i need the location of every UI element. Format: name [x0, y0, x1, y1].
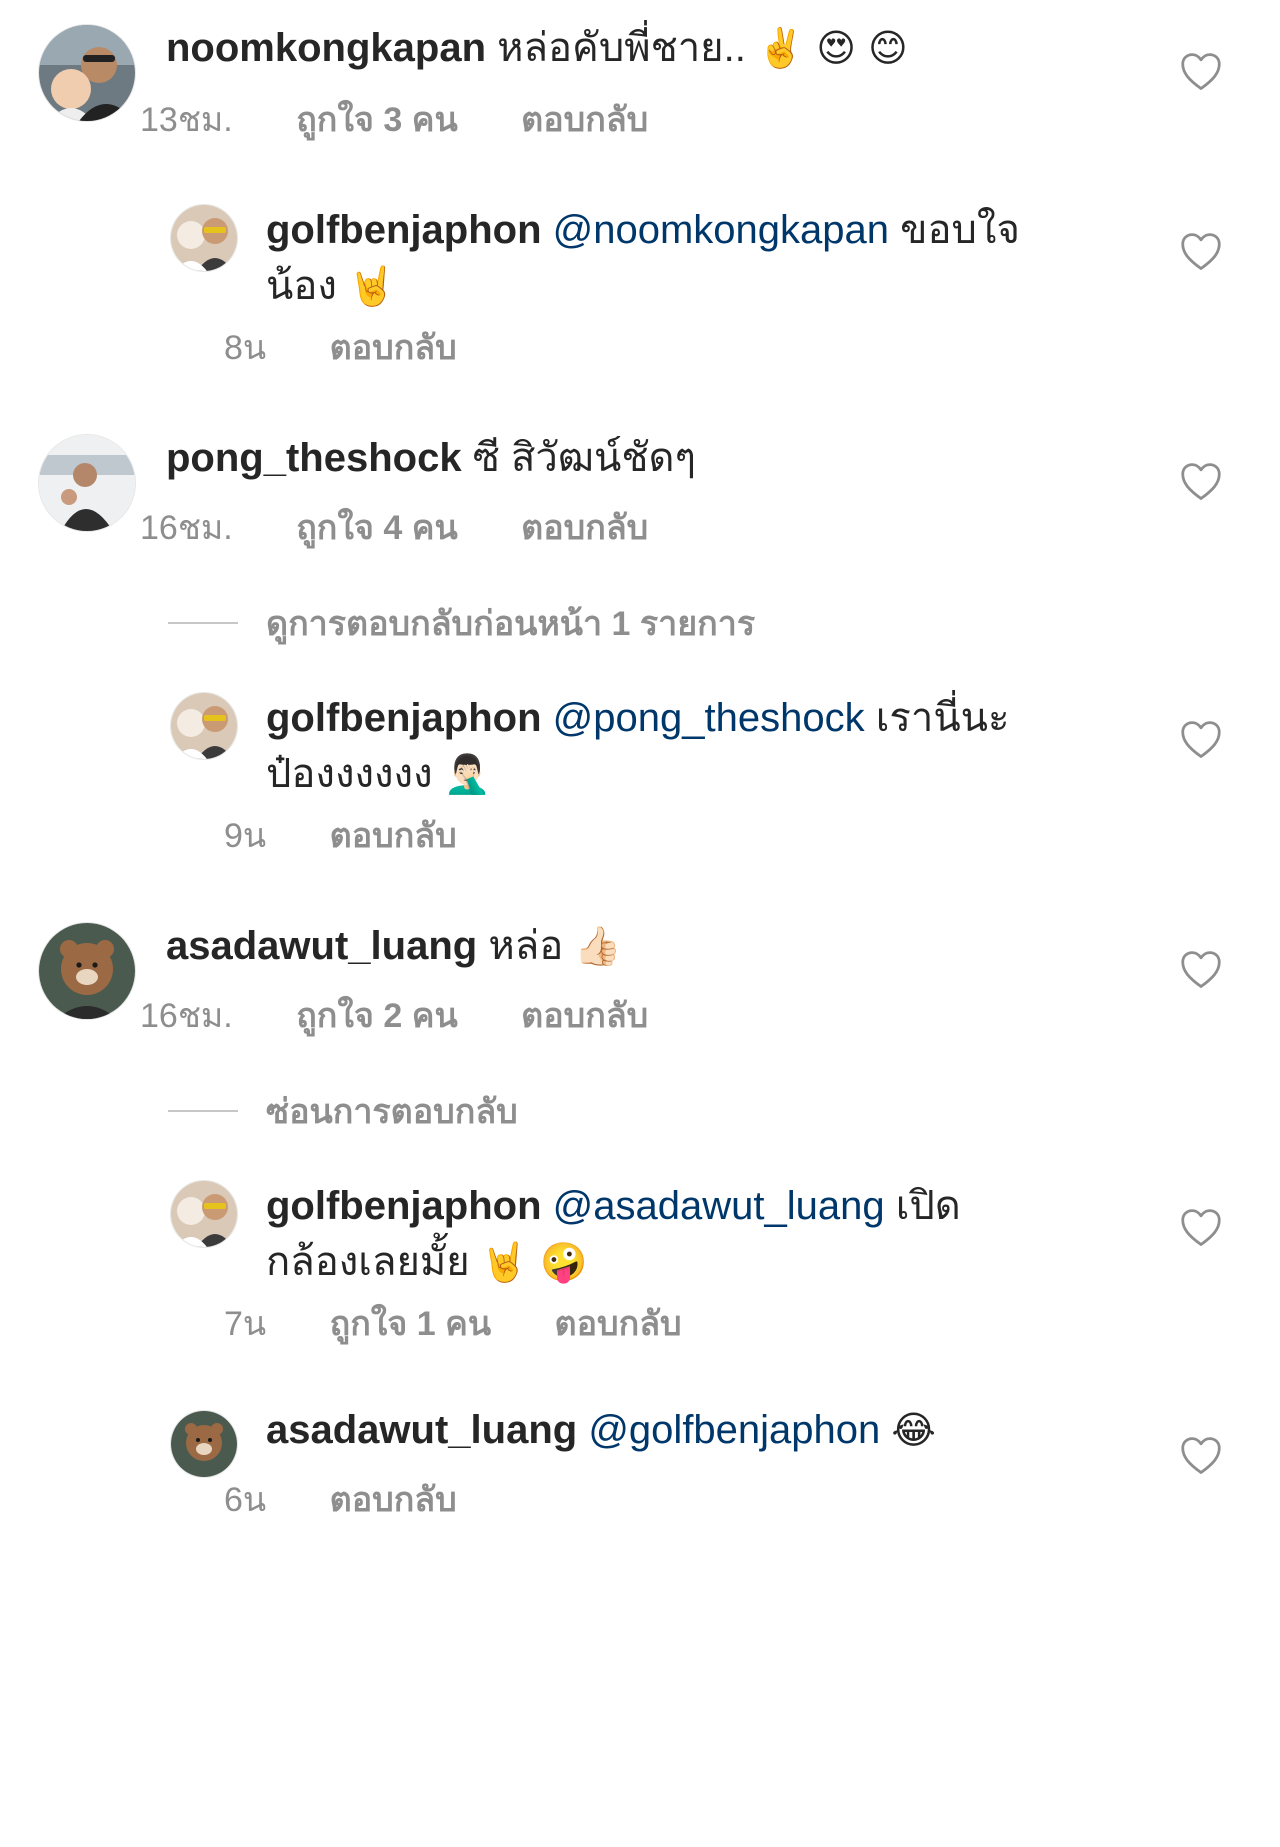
likes-count-link[interactable]: ถูกใจ 4 คน — [296, 509, 457, 547]
avatar[interactable] — [170, 204, 238, 272]
comment-username[interactable]: pong_theshock — [166, 436, 462, 480]
comment-time: 16ชม. — [140, 997, 233, 1035]
comment-body-cont: ป๋องงงงงง — [266, 752, 433, 796]
comment-text: golfbenjaphon @pong_theshock เรานี่นะ ป๋… — [266, 690, 1116, 802]
reply-button[interactable]: ตอบกลับ — [521, 101, 648, 139]
comment-time: 6น — [224, 1481, 267, 1519]
comment-mention[interactable]: @golfbenjaphon — [588, 1408, 880, 1452]
comment-emoji: 🤘 — [348, 264, 396, 308]
comment-time: 7น — [224, 1305, 267, 1343]
heart-outline-icon[interactable] — [1180, 462, 1222, 502]
comment-text: noomkongkapan หล่อคับพี่ชาย.. ✌️ 😍 😊 — [166, 20, 1116, 76]
comment-body: หล่อ — [488, 924, 564, 968]
comment-body: เรานี่นะ — [875, 696, 1010, 740]
comment-meta: 13ชม. ถูกใจ 3 คน ตอบกลับ — [140, 92, 702, 146]
comment-emoji: 🤦🏻‍♂️ — [443, 752, 492, 796]
comment-emoji: 🤘 🤪 — [480, 1240, 588, 1284]
comment-username[interactable]: asadawut_luang — [266, 1408, 577, 1452]
heart-outline-icon[interactable] — [1180, 232, 1222, 272]
view-previous-replies-label: ดูการตอบกลับก่อนหน้า 1 รายการ — [266, 605, 756, 643]
comment-body-cont: กล้องเลยมั้ย — [266, 1240, 470, 1284]
view-previous-replies-button[interactable]: ดูการตอบกลับก่อนหน้า 1 รายการ — [168, 596, 755, 650]
comment-meta: 16ชม. ถูกใจ 4 คน ตอบกลับ — [140, 500, 702, 554]
comment-body-cont: น้อง — [266, 264, 337, 308]
comment-username[interactable]: golfbenjaphon — [266, 696, 542, 740]
hide-replies-label: ซ่อนการตอบกลับ — [266, 1093, 518, 1131]
avatar[interactable] — [170, 692, 238, 760]
thread-line — [168, 1110, 238, 1112]
avatar[interactable] — [170, 1180, 238, 1248]
heart-outline-icon[interactable] — [1180, 1436, 1222, 1476]
reply-button[interactable]: ตอบกลับ — [555, 1305, 682, 1343]
comment-time: 8น — [224, 329, 267, 367]
heart-outline-icon[interactable] — [1180, 1208, 1222, 1248]
comment-text: golfbenjaphon @asadawut_luang เปิด กล้อง… — [266, 1178, 1116, 1290]
comment-meta: 7น ถูกใจ 1 คน ตอบกลับ — [224, 1296, 736, 1350]
heart-outline-icon[interactable] — [1180, 950, 1222, 990]
likes-count-link[interactable]: ถูกใจ 2 คน — [296, 997, 457, 1035]
comment-meta: 6น ตอบกลับ — [224, 1472, 511, 1526]
comment-text: asadawut_luang หล่อ 👍🏻 — [166, 918, 1116, 974]
comment-body: เปิด — [895, 1184, 961, 1228]
comment-meta: 16ชม. ถูกใจ 2 คน ตอบกลับ — [140, 988, 702, 1042]
likes-count-link[interactable]: ถูกใจ 1 คน — [330, 1305, 491, 1343]
avatar[interactable] — [38, 434, 136, 532]
comment-emoji: ✌️ 😍 😊 — [756, 26, 908, 70]
comment-body: ซี สิวัฒน์ชัดๆ — [472, 436, 696, 480]
comment-body: หล่อคับพี่ชาย.. — [497, 26, 746, 70]
reply-button[interactable]: ตอบกลับ — [521, 509, 648, 547]
avatar[interactable] — [38, 24, 136, 122]
comment-mention[interactable]: @noomkongkapan — [553, 208, 889, 252]
likes-count-link[interactable]: ถูกใจ 3 คน — [296, 101, 457, 139]
thread-line — [168, 622, 238, 624]
comment-time: 13ชม. — [140, 101, 233, 139]
comment-username[interactable]: noomkongkapan — [166, 26, 486, 70]
comment-meta: 8น ตอบกลับ — [224, 320, 511, 374]
hide-replies-button[interactable]: ซ่อนการตอบกลับ — [168, 1084, 518, 1138]
avatar[interactable] — [38, 922, 136, 1020]
comment-text: golfbenjaphon @noomkongkapan ขอบใจ น้อง … — [266, 202, 1116, 314]
comment-mention[interactable]: @asadawut_luang — [553, 1184, 885, 1228]
heart-outline-icon[interactable] — [1180, 52, 1222, 92]
comment-emoji: 👍🏻 — [574, 924, 622, 968]
comment-time: 16ชม. — [140, 509, 233, 547]
comment-meta: 9น ตอบกลับ — [224, 808, 511, 862]
comment-username[interactable]: asadawut_luang — [166, 924, 477, 968]
comment-mention[interactable]: @pong_theshock — [553, 696, 865, 740]
reply-button[interactable]: ตอบกลับ — [330, 817, 457, 855]
comment-username[interactable]: golfbenjaphon — [266, 1184, 542, 1228]
comment-text: pong_theshock ซี สิวัฒน์ชัดๆ — [166, 430, 1116, 486]
reply-button[interactable]: ตอบกลับ — [330, 1481, 457, 1519]
avatar[interactable] — [170, 1410, 238, 1478]
comment-emoji: 😂 — [891, 1408, 936, 1452]
comment-username[interactable]: golfbenjaphon — [266, 208, 542, 252]
heart-outline-icon[interactable] — [1180, 720, 1222, 760]
reply-button[interactable]: ตอบกลับ — [521, 997, 648, 1035]
comment-body: ขอบใจ — [900, 208, 1020, 252]
comment-text: asadawut_luang @golfbenjaphon 😂 — [266, 1402, 1116, 1458]
reply-button[interactable]: ตอบกลับ — [330, 329, 457, 367]
comment-time: 9น — [224, 817, 267, 855]
